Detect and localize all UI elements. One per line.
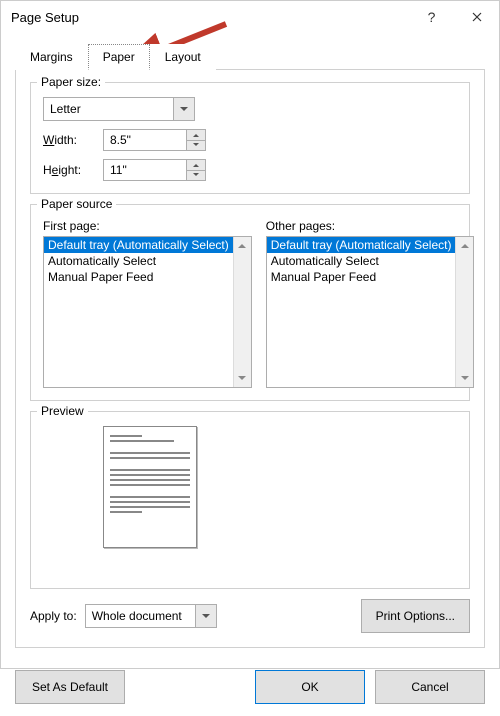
dialog-button-bar: Set As Default OK Cancel [1, 660, 499, 716]
paper-size-value: Letter [44, 102, 173, 116]
dialog-title: Page Setup [11, 10, 409, 25]
list-item[interactable]: Default tray (Automatically Select) [44, 237, 233, 253]
list-item[interactable]: Automatically Select [44, 253, 233, 269]
apply-to-combo[interactable]: Whole document [85, 604, 217, 628]
list-item[interactable]: Manual Paper Feed [267, 269, 456, 285]
preview-legend: Preview [37, 404, 88, 418]
tab-margins[interactable]: Margins [15, 44, 88, 70]
ok-button[interactable]: OK [255, 670, 365, 704]
apply-to-label: Apply to: [30, 609, 77, 623]
scroll-down-icon[interactable] [456, 370, 473, 387]
width-input[interactable] [103, 129, 187, 151]
chevron-down-icon [195, 605, 216, 627]
width-up-button[interactable] [187, 130, 205, 141]
tab-paper[interactable]: Paper [88, 44, 150, 70]
preview-page [103, 426, 197, 548]
paper-size-combo[interactable]: Letter [43, 97, 195, 121]
paper-size-legend: Paper size: [37, 75, 105, 89]
tab-strip: Margins Paper Layout [15, 43, 485, 70]
other-pages-listbox[interactable]: Default tray (Automatically Select) Auto… [266, 236, 475, 388]
other-pages-label: Other pages: [266, 219, 475, 233]
tab-content-paper: Paper size: Letter Width: [15, 70, 485, 648]
width-spinner[interactable] [103, 129, 206, 151]
print-options-button[interactable]: Print Options... [361, 599, 470, 633]
height-spinner[interactable] [103, 159, 206, 181]
help-icon: ? [428, 9, 436, 25]
width-label: Width: [43, 133, 97, 147]
group-preview: Preview [30, 411, 470, 589]
titlebar: Page Setup ? [1, 1, 499, 33]
page-setup-dialog: Page Setup ? Margins Paper Layout Paper … [0, 0, 500, 669]
close-icon [472, 12, 482, 22]
chevron-down-icon [173, 98, 194, 120]
set-default-button[interactable]: Set As Default [15, 670, 125, 704]
group-paper-source: Paper source First page: Default tray (A… [30, 204, 470, 401]
width-down-button[interactable] [187, 141, 205, 151]
scrollbar[interactable] [455, 237, 473, 387]
apply-to-value: Whole document [86, 609, 195, 623]
height-label: Height: [43, 163, 97, 177]
cancel-button[interactable]: Cancel [375, 670, 485, 704]
scroll-up-icon[interactable] [456, 237, 473, 254]
scroll-down-icon[interactable] [234, 370, 251, 387]
height-input[interactable] [103, 159, 187, 181]
height-down-button[interactable] [187, 171, 205, 181]
group-paper-size: Paper size: Letter Width: [30, 82, 470, 194]
first-page-label: First page: [43, 219, 252, 233]
scrollbar[interactable] [233, 237, 251, 387]
help-button[interactable]: ? [409, 1, 454, 33]
tab-layout[interactable]: Layout [150, 44, 216, 70]
first-page-listbox[interactable]: Default tray (Automatically Select) Auto… [43, 236, 252, 388]
list-item[interactable]: Manual Paper Feed [44, 269, 233, 285]
height-up-button[interactable] [187, 160, 205, 171]
list-item[interactable]: Default tray (Automatically Select) [267, 237, 456, 253]
scroll-up-icon[interactable] [234, 237, 251, 254]
list-item[interactable]: Automatically Select [267, 253, 456, 269]
close-button[interactable] [454, 1, 499, 33]
paper-source-legend: Paper source [37, 197, 116, 211]
